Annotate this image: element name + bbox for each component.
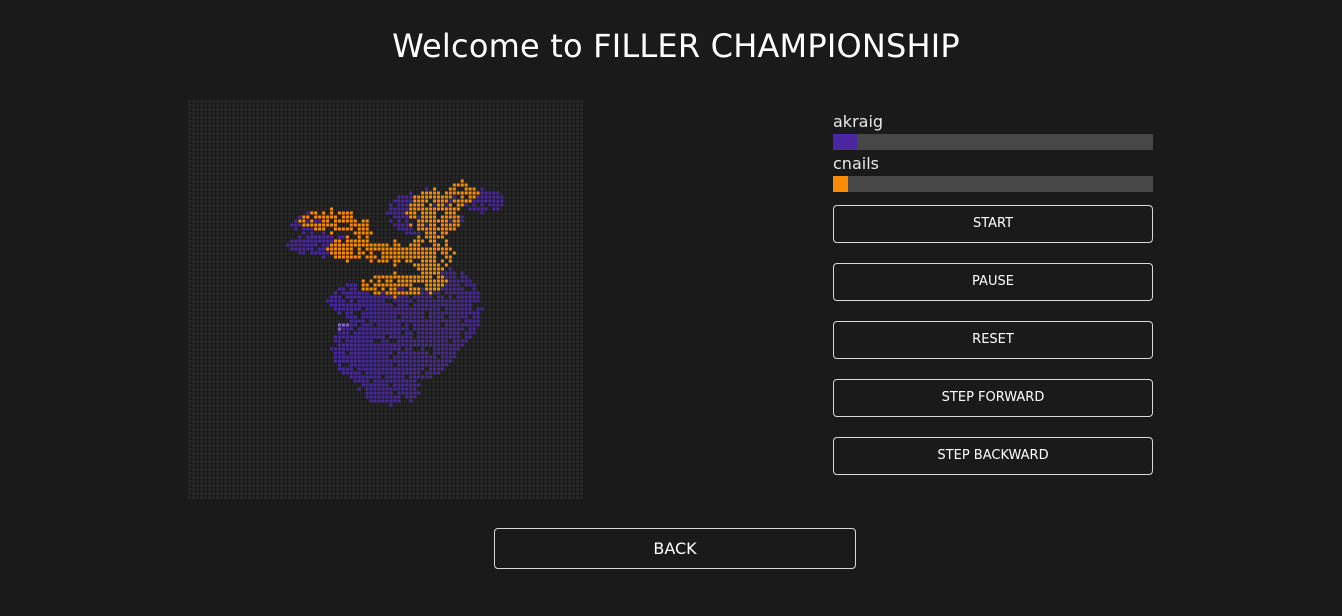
back-button[interactable]: BACK [494, 528, 856, 569]
step-backward-button[interactable]: STEP BACKWARD [833, 437, 1153, 475]
player-2-score-bar [833, 176, 1153, 192]
player-2-score-fill [833, 176, 848, 192]
pause-button[interactable]: PAUSE [833, 263, 1153, 301]
player-1-score-bar [833, 134, 1153, 150]
player-2-name: cnails [833, 154, 879, 173]
player-1-score-fill [833, 134, 857, 150]
start-button[interactable]: START [833, 205, 1153, 243]
game-board [187, 99, 583, 499]
step-forward-button[interactable]: STEP FORWARD [833, 379, 1153, 417]
control-panel: akraig cnails START PAUSE RESET STEP FOR… [833, 110, 1153, 475]
page-title: Welcome to FILLER CHAMPIONSHIP [392, 27, 960, 65]
filler-viewer-page: Welcome to FILLER CHAMPIONSHIP akraig cn… [0, 0, 1342, 616]
board-cells-layer [286, 179, 504, 407]
player-1-name: akraig [833, 112, 884, 131]
reset-button[interactable]: RESET [833, 321, 1153, 359]
